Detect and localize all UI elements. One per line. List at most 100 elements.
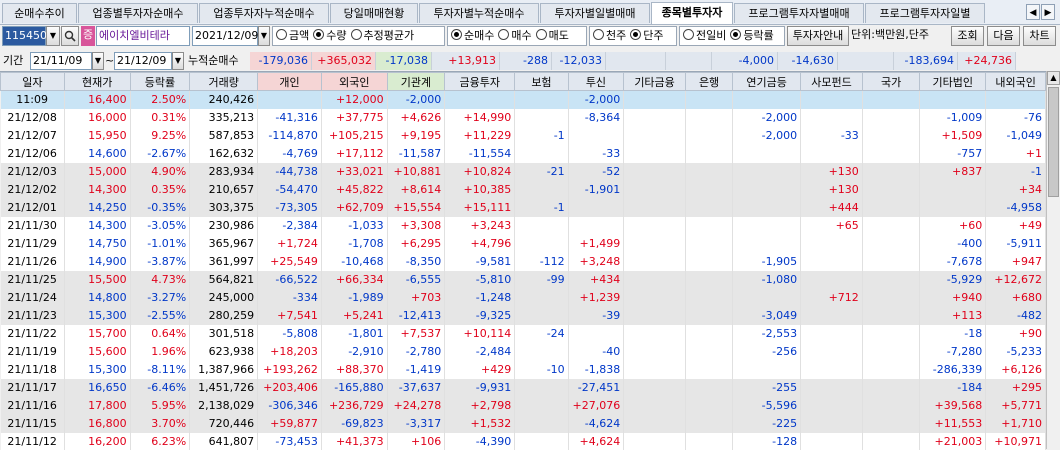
tab-4[interactable]: 당일매매현황	[330, 3, 418, 23]
next-button[interactable]: 다음	[987, 26, 1020, 46]
table-cell	[685, 163, 732, 181]
column-header[interactable]: 국가	[862, 73, 920, 91]
table-cell	[515, 397, 568, 415]
column-header[interactable]: 거래량	[190, 73, 258, 91]
column-header[interactable]: 기관계	[387, 73, 445, 91]
table-cell: +12,672	[986, 271, 1046, 289]
tab-6[interactable]: 투자자별일별매매	[540, 3, 650, 23]
table-cell	[515, 181, 568, 199]
table-row[interactable]: 21/12/0315,0004.90%283,934-44,738+33,021…	[1, 163, 1046, 181]
vertical-scrollbar[interactable]: ▲	[1046, 71, 1060, 449]
table-cell	[862, 181, 920, 199]
table-cell: -27,451	[568, 379, 624, 397]
table-cell: 15,500	[64, 271, 130, 289]
radio-label: 추정평균가	[364, 29, 415, 42]
table-row[interactable]: 21/11/3014,300-3.05%230,986-2,384-1,033+…	[1, 217, 1046, 235]
radio-radio-group3-0[interactable]: 천주	[593, 29, 626, 42]
table-row[interactable]: 21/11/1516,8003.70%720,446+59,877-69,823…	[1, 415, 1046, 433]
table-cell: +236,729	[321, 397, 387, 415]
table-row[interactable]: 21/12/0114,250-0.35%303,375-73,305+62,70…	[1, 199, 1046, 217]
query-button[interactable]: 조회	[951, 26, 984, 46]
radio-radio-group1-1[interactable]: 수량	[313, 29, 346, 42]
column-header[interactable]: 사모펀드	[801, 73, 863, 91]
table-cell: 9.25%	[130, 127, 190, 145]
table-row[interactable]: 21/11/2515,5004.73%564,821-66,522+66,334…	[1, 271, 1046, 289]
table-row[interactable]: 21/11/1815,300-8.11%1,387,966+193,262+88…	[1, 361, 1046, 379]
column-header[interactable]: 투신	[568, 73, 624, 91]
table-row[interactable]: 11:0916,4002.50%240,426+12,000-2,000-2,0…	[1, 91, 1046, 109]
column-header[interactable]: 금융투자	[445, 73, 515, 91]
column-header[interactable]: 연기금등	[733, 73, 801, 91]
to-calendar-icon[interactable]: ▼	[172, 52, 184, 70]
column-header[interactable]: 은행	[685, 73, 732, 91]
table-row[interactable]: 21/11/2315,300-2.55%280,259+7,541+5,241-…	[1, 307, 1046, 325]
table-cell	[685, 145, 732, 163]
column-header[interactable]: 기타금융	[624, 73, 686, 91]
table-row[interactable]: 21/11/2414,800-3.27%245,000-334-1,989+70…	[1, 289, 1046, 307]
tab-7[interactable]: 종목별투자자	[651, 2, 733, 24]
table-cell: 15,300	[64, 361, 130, 379]
column-header[interactable]: 기타법인	[920, 73, 986, 91]
radio-radio-group4-1[interactable]: 등락률	[730, 29, 773, 42]
tab-9[interactable]: 프로그램투자자일별	[865, 3, 985, 23]
date-input[interactable]: 2021/12/09	[192, 26, 258, 46]
table-cell: +15,111	[445, 199, 515, 217]
scroll-thumb[interactable]	[1048, 87, 1059, 197]
radio-radio-group3-1[interactable]: 단주	[630, 29, 663, 42]
radio-radio-group2-2[interactable]: 매도	[536, 29, 569, 42]
table-cell: -9,581	[445, 253, 515, 271]
column-header[interactable]: 일자	[1, 73, 65, 91]
table-cell: -184	[920, 379, 986, 397]
tab-5[interactable]: 투자자별누적순매수	[419, 3, 539, 23]
tab-8[interactable]: 프로그램투자자별매매	[734, 3, 864, 23]
column-header[interactable]: 현재가	[64, 73, 130, 91]
table-row[interactable]: 21/11/2215,7000.64%301,518-5,808-1,801+7…	[1, 325, 1046, 343]
tab-3[interactable]: 업종투자자누적순매수	[199, 3, 329, 23]
tab-prev-icon[interactable]: ◀	[1026, 4, 1040, 20]
column-header[interactable]: 개인	[258, 73, 322, 91]
table-cell: +88,370	[321, 361, 387, 379]
column-header[interactable]: 외국인	[321, 73, 387, 91]
tab-next-icon[interactable]: ▶	[1041, 4, 1055, 20]
radio-radio-group2-0[interactable]: 순매수	[451, 29, 494, 42]
column-header[interactable]: 등락률	[130, 73, 190, 91]
table-row[interactable]: 21/11/1915,6001.96%623,938+18,203-2,910-…	[1, 343, 1046, 361]
table-cell: +11,229	[445, 127, 515, 145]
scroll-up-icon[interactable]: ▲	[1047, 71, 1060, 85]
table-row[interactable]: 21/11/1617,8005.95%2,138,029-306,346+236…	[1, 397, 1046, 415]
radio-radio-group1-0[interactable]: 금액	[276, 29, 309, 42]
column-header[interactable]: 보험	[515, 73, 568, 91]
table-cell: 1,451,726	[190, 379, 258, 397]
table-row[interactable]: 21/11/1716,650-6.46%1,451,726+203,406-16…	[1, 379, 1046, 397]
table-cell: 14,250	[64, 199, 130, 217]
table-cell: 15,700	[64, 325, 130, 343]
column-header[interactable]: 내외국인	[986, 73, 1046, 91]
table-cell: 230,986	[190, 217, 258, 235]
from-calendar-icon[interactable]: ▼	[92, 52, 104, 70]
radio-radio-group1-2[interactable]: 추정평균가	[351, 29, 415, 42]
radio-radio-group4-0[interactable]: 전일비	[683, 29, 726, 42]
period-to-input[interactable]: 21/12/09	[114, 52, 172, 70]
table-row[interactable]: 21/11/2914,750-1.01%365,967+1,724-1,708+…	[1, 235, 1046, 253]
cumulative-value	[838, 52, 894, 70]
table-row[interactable]: 21/12/0816,0000.31%335,213-41,316+37,775…	[1, 109, 1046, 127]
chart-button[interactable]: 차트	[1023, 26, 1056, 46]
calendar-dropdown-icon[interactable]: ▼	[258, 26, 270, 46]
table-cell	[685, 109, 732, 127]
table-cell	[685, 181, 732, 199]
investor-info-button[interactable]: 투자자안내	[787, 26, 849, 46]
table-row[interactable]: 21/12/0715,9509.25%587,853-114,870+105,2…	[1, 127, 1046, 145]
radio-radio-group2-1[interactable]: 매수	[498, 29, 531, 42]
table-row[interactable]: 21/12/0614,600-2.67%162,632-4,769+17,112…	[1, 145, 1046, 163]
tab-1[interactable]: 순매수추이	[2, 3, 77, 23]
table-row[interactable]: 21/11/2614,900-3.87%361,997+25,549-10,46…	[1, 253, 1046, 271]
table-row[interactable]: 21/12/0214,3000.35%210,657-54,470+45,822…	[1, 181, 1046, 199]
table-row[interactable]: 21/11/1216,2006.23%641,807-73,453+41,373…	[1, 433, 1046, 450]
code-dropdown-icon[interactable]: ▼	[46, 26, 60, 46]
stock-code-input[interactable]: 115450	[2, 26, 46, 46]
table-cell	[624, 307, 686, 325]
period-from-input[interactable]: 21/11/09	[30, 52, 92, 70]
search-icon[interactable]	[61, 26, 79, 46]
table-cell: 16,200	[64, 433, 130, 450]
tab-2[interactable]: 업종별투자자순매수	[78, 3, 198, 23]
